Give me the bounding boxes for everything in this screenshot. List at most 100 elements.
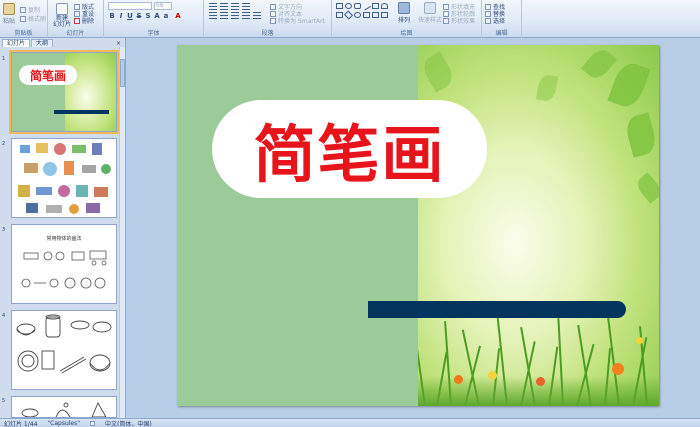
select-label: 选择 xyxy=(493,18,506,25)
arrange-icon xyxy=(398,2,410,14)
arrow-shape-icon[interactable] xyxy=(372,3,379,9)
new-slide-button[interactable]: 新建 幻灯片 xyxy=(53,3,71,28)
star-shape-icon[interactable] xyxy=(363,12,370,18)
diamond-shape-icon[interactable] xyxy=(343,10,354,20)
bullets-button[interactable] xyxy=(209,3,217,10)
underline-button[interactable]: U xyxy=(126,12,134,20)
rectangle-shape-icon[interactable] xyxy=(336,3,343,9)
paste-icon xyxy=(3,3,15,15)
increase-indent-button[interactable] xyxy=(242,3,250,10)
group-label-slides: 幻灯片 xyxy=(66,30,85,37)
thumb-photo xyxy=(65,53,116,131)
columns-button[interactable] xyxy=(253,12,261,19)
smartart-icon xyxy=(270,17,276,24)
group-label-font: 字体 xyxy=(147,30,160,37)
new-slide-icon xyxy=(56,3,68,15)
align-center-button[interactable] xyxy=(220,12,228,19)
paragraph-group: 文字方向 对齐文本 转换为 SmartArt 段落 xyxy=(204,0,332,38)
arrange-button[interactable]: 排列 xyxy=(398,2,410,24)
arc-shape-icon[interactable] xyxy=(381,3,388,9)
brush-icon xyxy=(20,15,26,22)
thumbnail-number: 1 xyxy=(2,56,6,62)
current-slide[interactable]: 简笔画 xyxy=(177,45,659,406)
copy-button[interactable]: 复制 xyxy=(20,5,40,14)
circle-shape-icon[interactable] xyxy=(354,12,361,18)
decrease-indent-button[interactable] xyxy=(231,3,239,10)
format-painter-label: 格式刷 xyxy=(28,16,47,23)
orange-flower xyxy=(536,377,545,386)
numbering-button[interactable] xyxy=(220,3,228,10)
theme-name: "Capsules" xyxy=(47,419,80,427)
orange-flower xyxy=(612,363,624,375)
slide-thumbnail-1[interactable]: 简笔画 xyxy=(9,50,119,134)
thumb-sketch-kitchenware xyxy=(16,314,112,374)
italic-button[interactable]: I xyxy=(117,12,125,20)
callout-shape-icon[interactable] xyxy=(336,12,343,18)
paste-button[interactable]: 粘贴 xyxy=(3,3,15,25)
align-left-button[interactable] xyxy=(209,12,217,19)
slides-pane: 幻灯片 大纲 × 1 简笔画 2 3 常用物体的画法 4 5 xyxy=(0,38,126,418)
convert-smartart-button[interactable]: 转换为 SmartArt xyxy=(270,16,325,25)
close-pane-icon[interactable]: × xyxy=(116,40,121,47)
slide-canvas: 简笔画 xyxy=(127,38,700,418)
thumb-clipart-collage xyxy=(18,143,111,214)
yellow-flower xyxy=(636,337,643,344)
change-case-button[interactable]: a xyxy=(162,12,170,20)
grass-leaves-photo xyxy=(418,45,659,406)
slide-counter: 幻灯片 1/44 xyxy=(4,420,38,427)
paste-label: 粘贴 xyxy=(3,18,16,25)
status-bar: 幻灯片 1/44 "Capsules" 中文(简体，中国) xyxy=(0,418,700,427)
spellcheck-icon[interactable] xyxy=(90,420,95,426)
brace-shape-icon[interactable] xyxy=(372,12,379,18)
pane-tabs: 幻灯片 大纲 × xyxy=(0,38,125,47)
leaf-shape xyxy=(607,59,651,111)
slide-thumbnail-4[interactable] xyxy=(11,310,117,390)
bold-button[interactable]: B xyxy=(108,12,116,20)
pane-scrollbar[interactable] xyxy=(119,47,125,418)
clipboard-group: 粘贴 复制 格式刷 剪贴板 xyxy=(0,0,48,38)
delete-label: 删除 xyxy=(82,18,95,25)
slide-thumbnail-3[interactable]: 常用物体的画法 xyxy=(11,224,117,304)
scroll-thumb[interactable] xyxy=(120,59,125,87)
shape-effects-button[interactable]: 形状效果 xyxy=(443,16,475,25)
tab-slides[interactable]: 幻灯片 xyxy=(2,39,31,47)
slide-thumbnail-2[interactable] xyxy=(11,138,117,218)
more-shapes-icon[interactable] xyxy=(381,12,388,18)
oval-shape-icon[interactable] xyxy=(345,3,352,9)
editing-group: 查找 替换 选择 编辑 xyxy=(482,0,522,38)
slide-thumbnail-5[interactable] xyxy=(11,396,117,418)
leaf-shape xyxy=(623,112,659,158)
char-spacing-button[interactable]: A xyxy=(153,12,161,20)
font-name-select[interactable] xyxy=(108,2,152,10)
format-painter-button[interactable]: 格式刷 xyxy=(20,14,46,23)
strikethrough-button[interactable]: S xyxy=(135,12,143,20)
leaf-shape xyxy=(535,73,559,103)
delete-button[interactable]: 删除 xyxy=(74,16,94,25)
leaf-shape xyxy=(580,45,618,83)
effects-icon xyxy=(443,17,449,24)
delete-icon xyxy=(74,17,80,24)
align-right-button[interactable] xyxy=(231,12,239,19)
yellow-flower xyxy=(488,371,497,380)
justify-button[interactable] xyxy=(242,12,250,19)
select-icon xyxy=(485,17,491,24)
shadow-button[interactable]: S xyxy=(144,12,152,20)
language-indicator[interactable]: 中文(简体，中国) xyxy=(105,419,152,427)
title-placeholder[interactable]: 简笔画 xyxy=(212,100,487,198)
font-color-button[interactable]: A xyxy=(174,12,182,20)
orange-flower xyxy=(454,375,463,384)
quick-styles-button[interactable]: 快速样式 xyxy=(418,2,442,24)
quick-styles-icon xyxy=(424,2,436,14)
tab-outline[interactable]: 大纲 xyxy=(31,39,54,47)
thumbnail-number: 5 xyxy=(2,398,6,404)
leaf-shape xyxy=(419,51,457,93)
font-size-select[interactable]: 66 xyxy=(154,2,172,10)
thumbnail-number: 3 xyxy=(2,227,6,233)
select-button[interactable]: 选择 xyxy=(485,16,505,25)
thumb-caption: 常用物体的画法 xyxy=(46,236,82,242)
line-shape-icon[interactable] xyxy=(361,1,372,11)
group-label-paragraph: 段落 xyxy=(261,30,274,37)
new-slide-label: 新建 幻灯片 xyxy=(53,15,72,28)
rounded-rect-shape-icon[interactable] xyxy=(354,3,361,9)
drawing-group: 排列 快速样式 形状填充 形状轮廓 形状效果 绘图 xyxy=(332,0,482,38)
